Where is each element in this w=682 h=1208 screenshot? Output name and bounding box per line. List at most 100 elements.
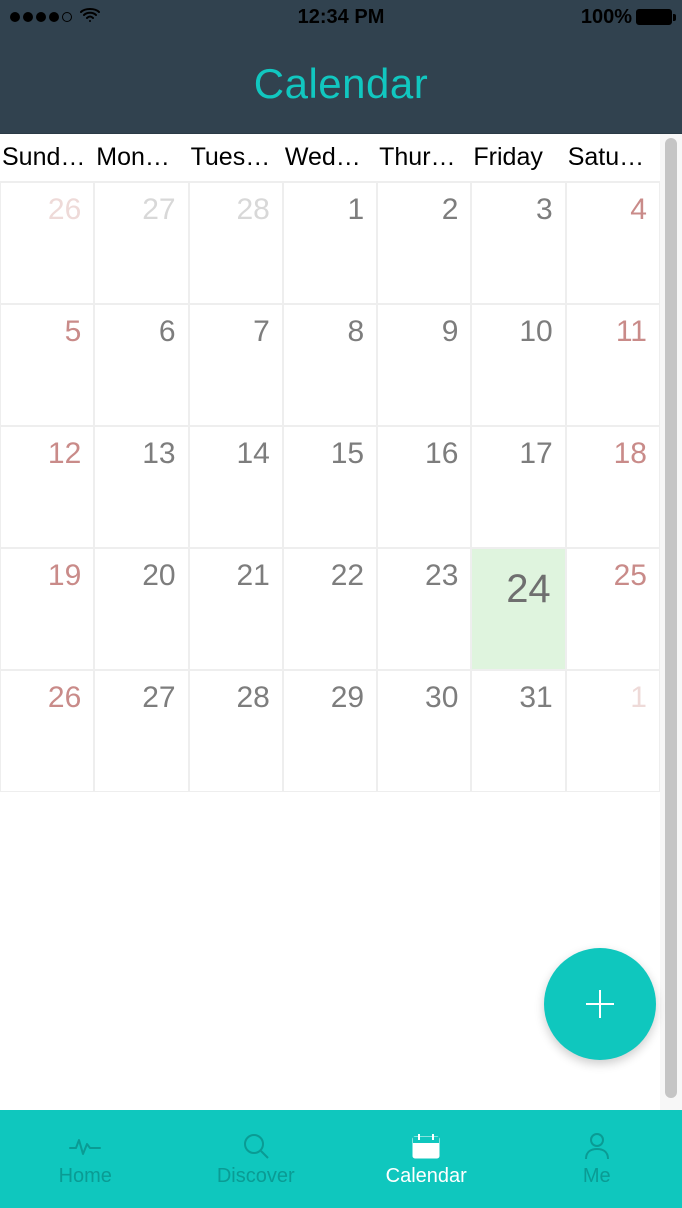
- day-cell[interactable]: 8: [283, 304, 377, 426]
- nav-label: Calendar: [386, 1165, 467, 1188]
- day-cell[interactable]: 28: [189, 182, 283, 304]
- day-cell[interactable]: 23: [377, 548, 471, 670]
- day-number: 26: [48, 193, 81, 227]
- day-cell[interactable]: 31: [471, 670, 565, 792]
- day-cell[interactable]: 4: [566, 182, 660, 304]
- day-cell[interactable]: 29: [283, 670, 377, 792]
- day-number: 30: [425, 681, 458, 715]
- weekday-label: Friday: [471, 143, 565, 172]
- day-number: 6: [159, 315, 176, 349]
- day-number: 24: [506, 567, 551, 612]
- day-cell[interactable]: 26: [0, 670, 94, 792]
- day-cell[interactable]: 21: [189, 548, 283, 670]
- weekday-label: Thur…: [377, 143, 471, 172]
- day-number: 18: [614, 437, 647, 471]
- day-cell[interactable]: 27: [94, 182, 188, 304]
- day-cell[interactable]: 5: [0, 304, 94, 426]
- day-cell[interactable]: 28: [189, 670, 283, 792]
- day-cell[interactable]: 20: [94, 548, 188, 670]
- day-cell[interactable]: 18: [566, 426, 660, 548]
- status-bar: 12:34 PM 100%: [0, 0, 682, 34]
- day-cell[interactable]: 11: [566, 304, 660, 426]
- day-number: 28: [236, 193, 269, 227]
- header: Calendar: [0, 34, 682, 134]
- day-number: 27: [142, 681, 175, 715]
- day-number: 29: [331, 681, 364, 715]
- day-number: 8: [347, 315, 364, 349]
- signal-dots-icon: [10, 12, 72, 22]
- day-cell[interactable]: 15: [283, 426, 377, 548]
- day-cell[interactable]: 2: [377, 182, 471, 304]
- day-cell[interactable]: 16: [377, 426, 471, 548]
- day-cell[interactable]: 10: [471, 304, 565, 426]
- day-cell[interactable]: 22: [283, 548, 377, 670]
- calendar-grid: 2627281234567891011121314151617181920212…: [0, 182, 660, 792]
- day-cell[interactable]: 14: [189, 426, 283, 548]
- day-cell[interactable]: 1: [283, 182, 377, 304]
- day-cell[interactable]: 13: [94, 426, 188, 548]
- bottom-nav: Home Discover Calendar Me: [0, 1110, 682, 1208]
- day-cell[interactable]: 19: [0, 548, 94, 670]
- nav-label: Me: [583, 1165, 611, 1188]
- day-cell[interactable]: 24: [471, 548, 565, 670]
- day-number: 20: [142, 559, 175, 593]
- weekday-label: Tues…: [189, 143, 283, 172]
- day-cell[interactable]: 3: [471, 182, 565, 304]
- day-number: 3: [536, 193, 553, 227]
- nav-calendar[interactable]: Calendar: [341, 1131, 512, 1188]
- nav-label: Discover: [217, 1165, 295, 1188]
- day-cell[interactable]: 30: [377, 670, 471, 792]
- day-number: 21: [236, 559, 269, 593]
- pulse-icon: [68, 1131, 102, 1161]
- day-number: 19: [48, 559, 81, 593]
- day-number: 23: [425, 559, 458, 593]
- day-number: 1: [347, 193, 364, 227]
- nav-home[interactable]: Home: [0, 1131, 171, 1188]
- day-cell[interactable]: 7: [189, 304, 283, 426]
- day-number: 2: [442, 193, 459, 227]
- day-number: 25: [614, 559, 647, 593]
- day-number: 27: [142, 193, 175, 227]
- day-number: 31: [519, 681, 552, 715]
- day-number: 5: [65, 315, 82, 349]
- day-number: 4: [630, 193, 647, 227]
- scrollbar[interactable]: [660, 134, 682, 1110]
- day-cell[interactable]: 1: [566, 670, 660, 792]
- day-number: 9: [442, 315, 459, 349]
- weekday-header: Sund… Mon… Tues… Wed… Thur… Friday Satu…: [0, 134, 660, 182]
- person-icon: [580, 1131, 614, 1161]
- day-number: 28: [236, 681, 269, 715]
- add-event-button[interactable]: [544, 948, 656, 1060]
- weekday-label: Satu…: [566, 143, 660, 172]
- nav-me[interactable]: Me: [512, 1131, 682, 1188]
- day-number: 7: [253, 315, 270, 349]
- day-number: 16: [425, 437, 458, 471]
- day-cell[interactable]: 12: [0, 426, 94, 548]
- day-number: 15: [331, 437, 364, 471]
- day-number: 22: [331, 559, 364, 593]
- calendar-icon: [409, 1131, 443, 1161]
- search-icon: [239, 1131, 273, 1161]
- day-number: 17: [519, 437, 552, 471]
- day-cell[interactable]: 17: [471, 426, 565, 548]
- weekday-label: Mon…: [94, 143, 188, 172]
- day-number: 12: [48, 437, 81, 471]
- battery-percent: 100%: [581, 6, 632, 29]
- battery-icon: [636, 9, 672, 25]
- day-cell[interactable]: 26: [0, 182, 94, 304]
- status-left: [10, 7, 100, 28]
- nav-label: Home: [59, 1165, 112, 1188]
- day-number: 10: [519, 315, 552, 349]
- status-battery: 100%: [581, 6, 672, 29]
- nav-discover[interactable]: Discover: [171, 1131, 342, 1188]
- plus-icon: [580, 984, 620, 1024]
- day-cell[interactable]: 27: [94, 670, 188, 792]
- day-number: 13: [142, 437, 175, 471]
- day-cell[interactable]: 6: [94, 304, 188, 426]
- day-cell[interactable]: 25: [566, 548, 660, 670]
- scrollbar-thumb[interactable]: [665, 138, 677, 1098]
- day-cell[interactable]: 9: [377, 304, 471, 426]
- day-number: 26: [48, 681, 81, 715]
- wifi-icon: [80, 7, 100, 28]
- day-number: 1: [630, 681, 647, 715]
